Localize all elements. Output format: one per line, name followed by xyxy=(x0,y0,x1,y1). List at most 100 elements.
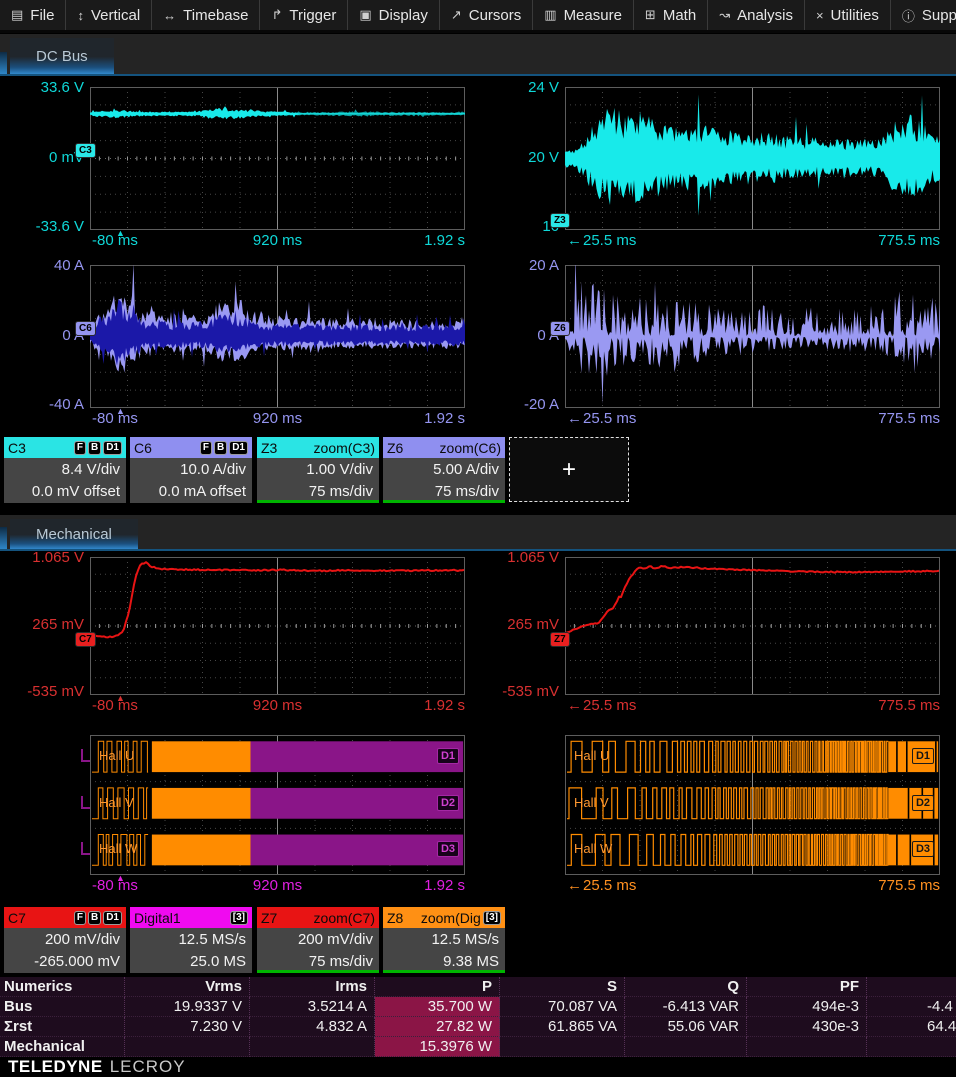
menu-support-label: Support xyxy=(922,7,956,24)
channel-title: C7 xyxy=(8,910,26,926)
adiv-value: 10.0 A/div xyxy=(130,458,252,480)
menu-timebase[interactable]: ↔Timebase xyxy=(151,0,259,30)
channel-marker-z7[interactable]: Z7 xyxy=(550,632,570,647)
menu-file[interactable]: ▤File xyxy=(0,0,65,30)
zoom-title: Z8 xyxy=(387,910,403,926)
menu-analysis[interactable]: ↝Analysis xyxy=(707,0,804,30)
badge-line-count: [3] xyxy=(483,911,501,925)
waveform-area-c6[interactable] xyxy=(90,265,465,408)
channel-marker-z6[interactable]: Z6 xyxy=(550,321,570,336)
menu-math-label: Math xyxy=(663,7,696,24)
col-header-vrms: Vrms xyxy=(125,977,250,997)
menu-measure-label: Measure xyxy=(564,7,622,24)
tools-icon: × xyxy=(816,8,824,23)
waveform-area-z6[interactable] xyxy=(565,265,940,408)
menu-trigger[interactable]: ↱Trigger xyxy=(259,0,347,30)
mech-s xyxy=(500,1037,625,1057)
waveform-area-c3[interactable] xyxy=(90,87,465,230)
col-header-p: P xyxy=(375,977,500,997)
channel-marker-c7[interactable]: C7 xyxy=(75,632,96,647)
axis-label: 920 ms xyxy=(253,232,302,249)
waveform-area-z3[interactable] xyxy=(565,87,940,230)
channel-marker-c3[interactable]: C3 xyxy=(75,143,96,158)
badge-b: B xyxy=(88,441,101,455)
mech-pf xyxy=(747,1037,867,1057)
calculator-icon: ⊞ xyxy=(645,7,656,23)
menu-vertical[interactable]: ↕Vertical xyxy=(65,0,151,30)
menu-display[interactable]: ▣ Display xyxy=(347,0,438,30)
zoom-descriptor-z3[interactable]: Z3 zoom(C3) 1.00 V/div 75 ms/div xyxy=(257,437,379,503)
waveform-area-digital1[interactable] xyxy=(90,735,465,875)
plot-z6-zoom: 20 A 0 A -20 A Z6 ←25.5 ms 775.5 ms xyxy=(565,265,940,408)
x-axis: -80 ms 920 ms 1.92 s xyxy=(90,410,465,428)
channel-marker-c6[interactable]: C6 xyxy=(75,321,96,336)
channel-marker-z3[interactable]: Z3 xyxy=(550,213,570,228)
rst-reactive-power: 55.06 VAR xyxy=(625,1017,747,1037)
active-indicator xyxy=(383,970,505,973)
menu-trigger-label: Trigger xyxy=(289,7,336,24)
tab-mechanical[interactable]: Mechanical xyxy=(10,519,138,549)
axis-label: -40 A xyxy=(0,396,84,413)
channel-descriptor-c3[interactable]: C3 F B D1 8.4 V/div 0.0 mV offset xyxy=(4,437,126,503)
axis-label: 265 mV xyxy=(475,616,559,633)
rst-real-power: 27.82 W xyxy=(375,1017,500,1037)
bus-vrms: 19.9337 V xyxy=(125,997,250,1017)
digital-title: Digital1 xyxy=(134,910,181,926)
add-trace-button[interactable]: + xyxy=(509,437,629,502)
axis-label: ←25.5 ms xyxy=(567,410,636,427)
menu-utilities[interactable]: ×Utilities xyxy=(804,0,890,30)
axis-label: 775.5 ms xyxy=(878,697,940,714)
zoom-descriptor-z8[interactable]: Z8 zoom(Dig [3] 12.5 MS/s 9.38 MS xyxy=(383,907,505,973)
numerics-table: Numerics Vrms Irms P S Q PF Bus 19.9337 … xyxy=(0,977,956,1057)
digital-descriptor-digital1[interactable]: Digital1 [3] 12.5 MS/s 25.0 MS xyxy=(130,907,252,973)
axis-label: -80 ms xyxy=(92,410,138,427)
axis-label: 775.5 ms xyxy=(878,877,940,894)
menu-measure[interactable]: ▥ Measure xyxy=(532,0,633,30)
waveform-area-z7[interactable] xyxy=(565,557,940,695)
measure-icon: ▥ xyxy=(544,7,556,23)
zoom-source: zoom(C3) xyxy=(314,440,375,456)
bus-power-factor: 494e-3 xyxy=(747,997,867,1017)
rst-vrms: 7.230 V xyxy=(125,1017,250,1037)
record-length-value: 25.0 MS xyxy=(130,950,252,972)
vdiv-value: 8.4 V/div xyxy=(4,458,126,480)
offset-value: 0.0 mA offset xyxy=(130,480,252,502)
timebase-value: 75 ms/div xyxy=(257,480,379,502)
plot-z7-zoom: 1.065 V 265 mV -535 mV Z7 ←25.5 ms 775.5… xyxy=(565,557,940,695)
mechanical-tab-strip: Mechanical xyxy=(0,515,956,551)
channel-descriptor-c7[interactable]: C7 F B D1 200 mV/div -265.000 mV xyxy=(4,907,126,973)
bus-apparent-power: 70.087 VA xyxy=(500,997,625,1017)
menu-display-label: Display xyxy=(379,7,428,24)
axis-label: 775.5 ms xyxy=(878,232,940,249)
digital-line-label: Hall U xyxy=(574,748,609,763)
col-header-s: S xyxy=(500,977,625,997)
axis-label: -535 mV xyxy=(0,683,84,700)
waveform-area-digital-zoom[interactable] xyxy=(565,735,940,875)
menu-math[interactable]: ⊞ Math xyxy=(633,0,707,30)
axis-label: 1.92 s xyxy=(424,232,465,249)
digital-channel-marker xyxy=(81,749,90,762)
bus-irms: 3.5214 A xyxy=(250,997,375,1017)
x-axis: -80 ms 920 ms 1.92 s xyxy=(90,232,465,250)
badge-d1: D1 xyxy=(229,441,248,455)
bus-clipped-value: -4.4 xyxy=(867,997,956,1017)
zoom-descriptor-z6[interactable]: Z6 zoom(C6) 5.00 A/div 75 ms/div xyxy=(383,437,505,503)
channel-title: C3 xyxy=(8,440,26,456)
oscilloscope-app: ▤File ↕Vertical ↔Timebase ↱Trigger ▣ Disp… xyxy=(0,0,956,1077)
zoom-descriptor-z7[interactable]: Z7 zoom(C7) 200 mV/div 75 ms/div xyxy=(257,907,379,973)
axis-label: 920 ms xyxy=(253,697,302,714)
menu-file-label: File xyxy=(30,7,54,24)
active-indicator xyxy=(257,970,379,973)
badge-d1: D1 xyxy=(103,441,122,455)
waveform-area-c7[interactable] xyxy=(90,557,465,695)
channel-descriptor-c6[interactable]: C6 F B D1 10.0 A/div 0.0 mA offset xyxy=(130,437,252,503)
axis-label: -80 ms xyxy=(92,697,138,714)
axis-label: 920 ms xyxy=(253,877,302,894)
tab-dc-bus[interactable]: DC Bus xyxy=(10,38,114,74)
display-icon: ▣ xyxy=(359,7,371,23)
menu-support[interactable]: ⓘSupport xyxy=(890,0,956,30)
axis-label: 775.5 ms xyxy=(878,410,940,427)
timebase-value: 75 ms/div xyxy=(383,480,505,502)
zoom-source: zoom(C7) xyxy=(314,910,375,926)
menu-cursors[interactable]: ↗Cursors xyxy=(439,0,532,30)
